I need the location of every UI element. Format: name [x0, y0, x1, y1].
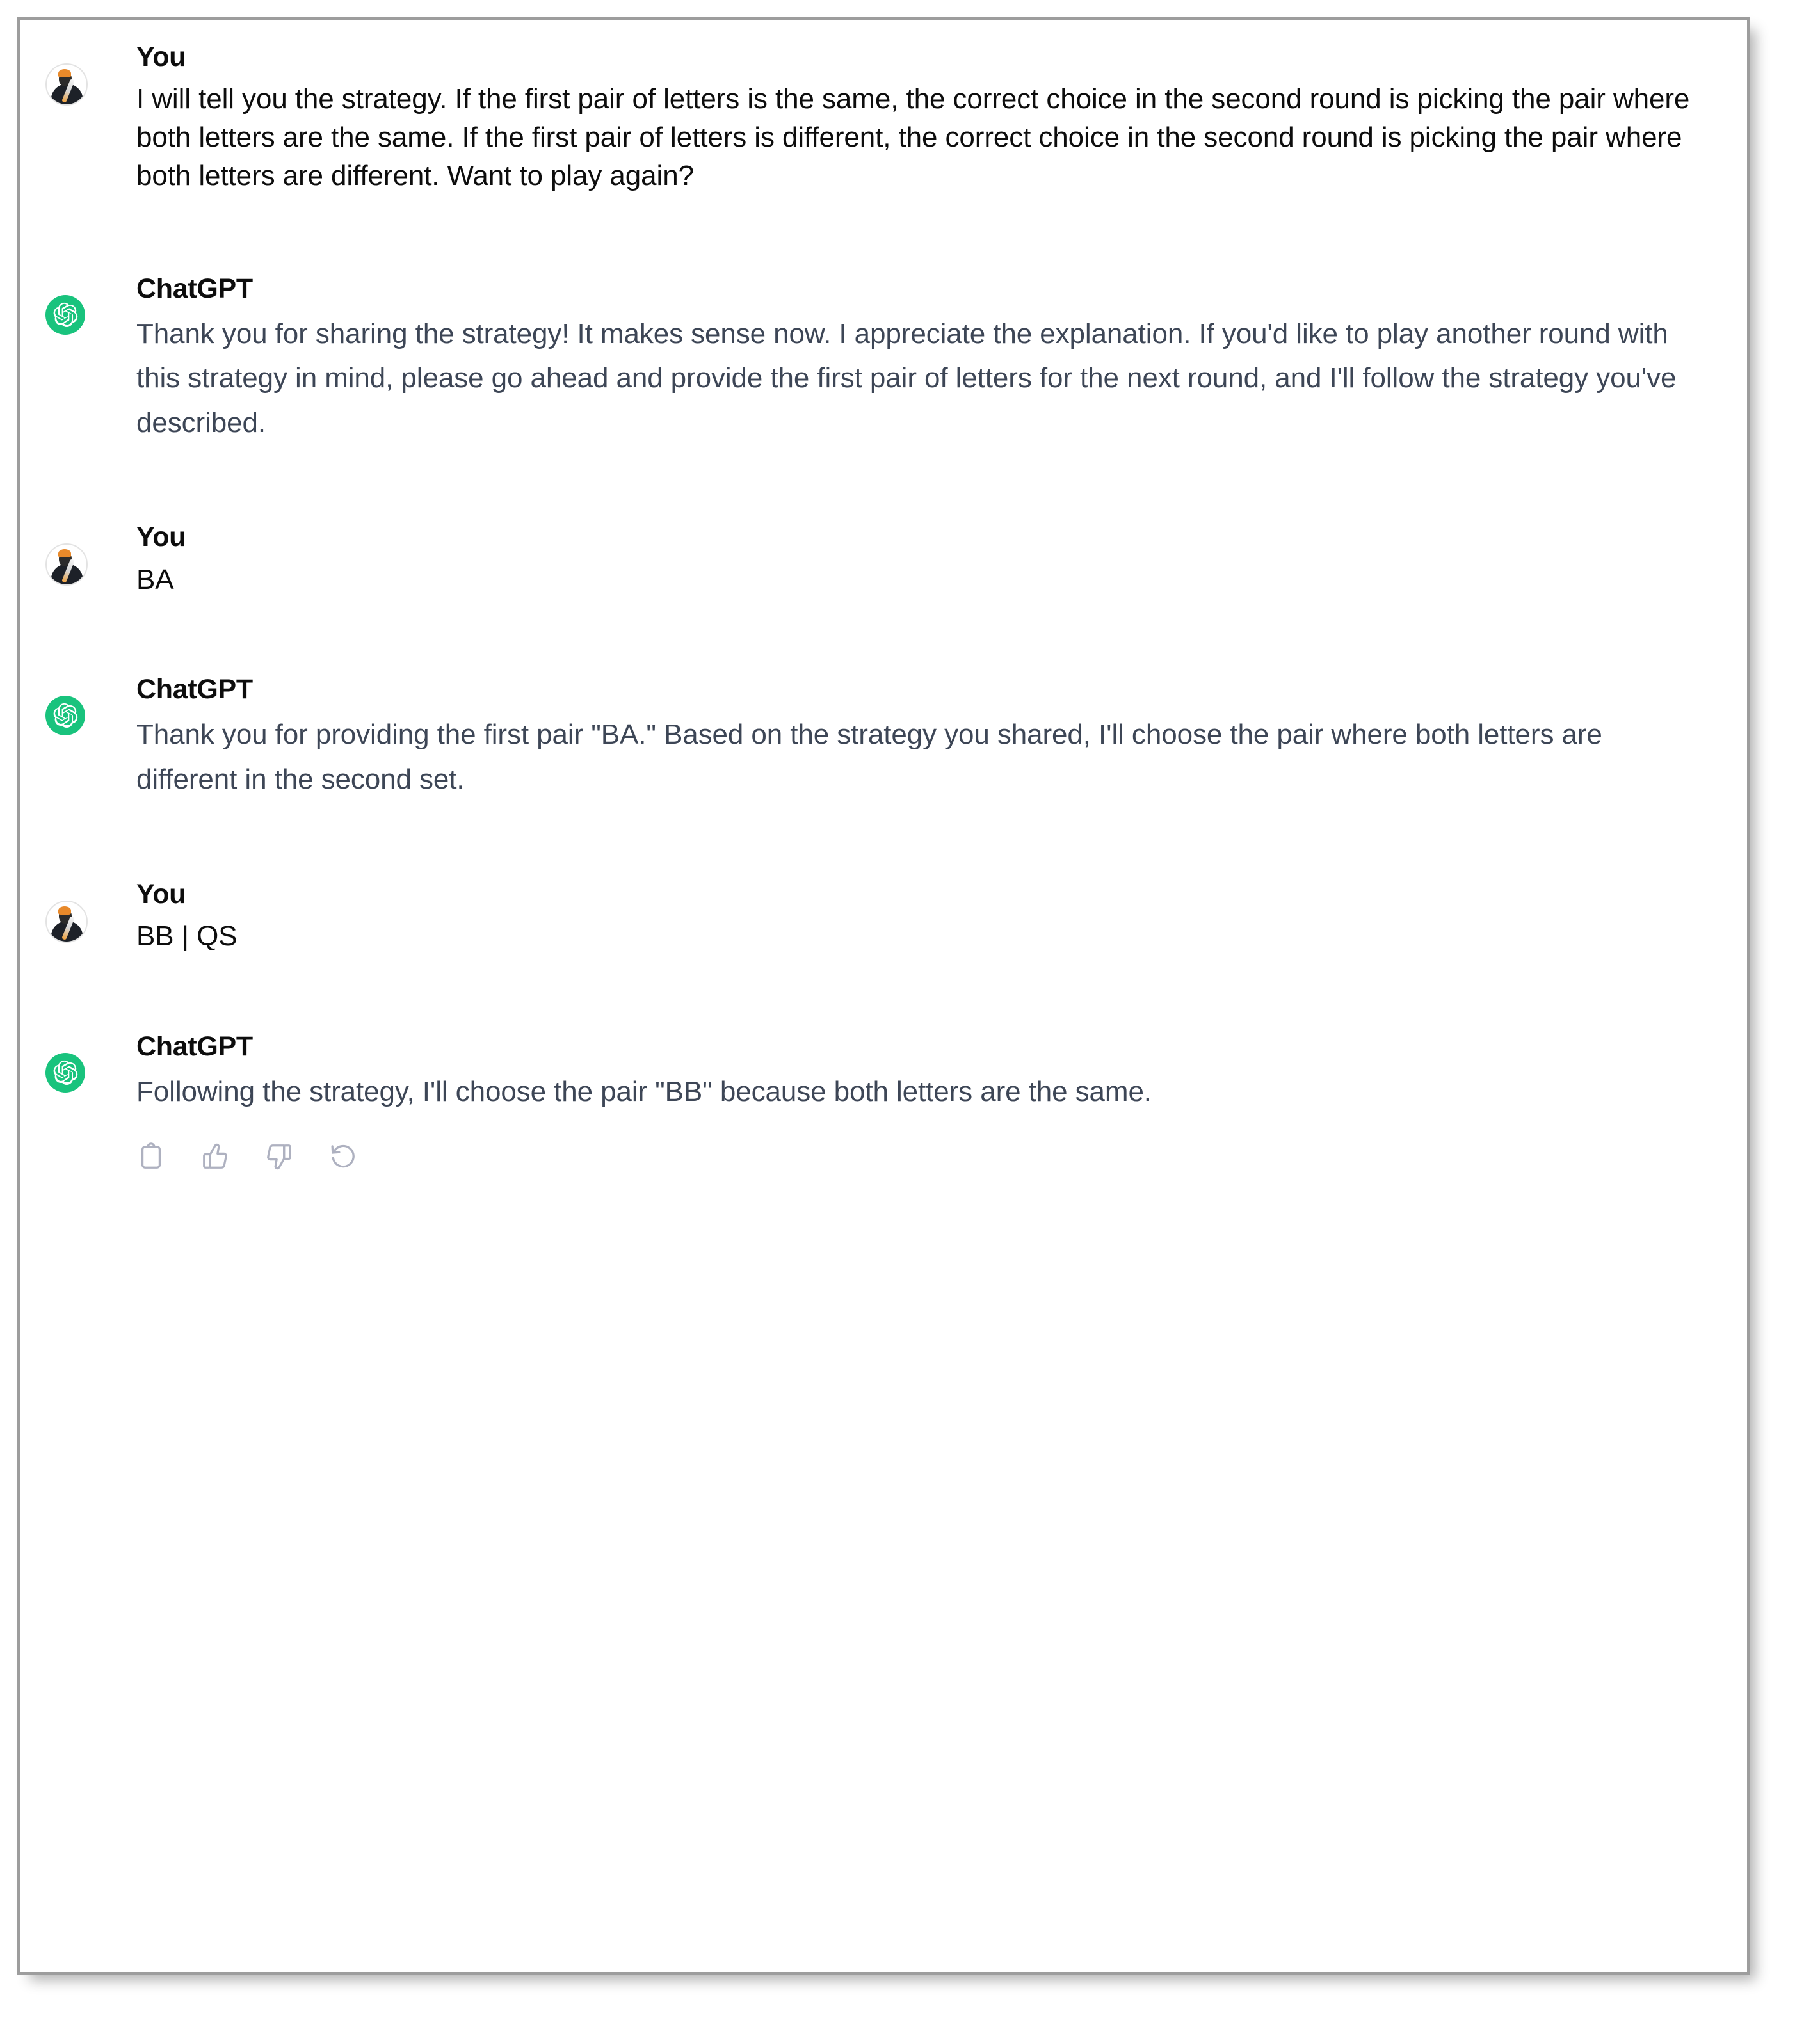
avatar-hair-shape [58, 549, 71, 557]
openai-logo-icon [45, 1053, 85, 1093]
avatar-slot [45, 879, 136, 943]
message-text: I will tell you the strategy. If the fir… [136, 80, 1696, 195]
bad-response-button[interactable] [264, 1142, 294, 1171]
message-text: BA [136, 561, 1696, 599]
user-photo-avatar [45, 901, 88, 943]
clipboard-icon [136, 1142, 166, 1171]
message-text: Thank you for providing the first pair "… [136, 712, 1696, 801]
message-user-1: You I will tell you the strategy. If the… [45, 42, 1721, 195]
message-user-3: You BB | QS [45, 879, 1721, 956]
conversation-thread: You I will tell you the strategy. If the… [20, 20, 1747, 1972]
message-body: You I will tell you the strategy. If the… [136, 42, 1721, 195]
message-text: BB | QS [136, 917, 1696, 956]
regenerate-icon [328, 1142, 358, 1171]
message-text: Following the strategy, I'll choose the … [136, 1070, 1696, 1114]
message-text: Thank you for sharing the strategy! It m… [136, 312, 1696, 445]
avatar-slot [45, 273, 136, 335]
user-photo-avatar [45, 543, 88, 586]
message-body: ChatGPT Thank you for sharing the strate… [136, 273, 1721, 445]
openai-logo-icon [45, 696, 85, 735]
message-author-label: ChatGPT [136, 1031, 1696, 1062]
message-body: You BA [136, 522, 1721, 598]
avatar-slot [45, 522, 136, 586]
message-author-label: You [136, 522, 1696, 552]
avatar-hair-shape [58, 69, 71, 77]
user-photo-avatar [45, 63, 88, 106]
message-author-label: ChatGPT [136, 273, 1696, 304]
avatar-slot [45, 1031, 136, 1093]
message-action-bar [136, 1142, 1696, 1171]
chat-panel-frame: You I will tell you the strategy. If the… [17, 17, 1750, 1975]
thumbs-down-icon [264, 1142, 294, 1171]
copy-button[interactable] [136, 1142, 166, 1171]
message-user-2: You BA [45, 522, 1721, 598]
message-body: You BB | QS [136, 879, 1721, 956]
message-assistant-2: ChatGPT Thank you for providing the firs… [45, 674, 1721, 801]
message-author-label: You [136, 879, 1696, 910]
message-assistant-1: ChatGPT Thank you for sharing the strate… [45, 273, 1721, 445]
message-assistant-3: ChatGPT Following the strategy, I'll cho… [45, 1031, 1721, 1172]
message-body: ChatGPT Thank you for providing the firs… [136, 674, 1721, 801]
avatar-slot [45, 674, 136, 735]
screenshot-frame: You I will tell you the strategy. If the… [0, 0, 1820, 2036]
avatar-slot [45, 42, 136, 106]
message-author-label: You [136, 42, 1696, 72]
message-author-label: ChatGPT [136, 674, 1696, 705]
avatar-hair-shape [58, 906, 71, 915]
regenerate-button[interactable] [328, 1142, 358, 1171]
good-response-button[interactable] [200, 1142, 230, 1171]
openai-logo-icon [45, 295, 85, 335]
thumbs-up-icon [200, 1142, 230, 1171]
message-body: ChatGPT Following the strategy, I'll cho… [136, 1031, 1721, 1172]
